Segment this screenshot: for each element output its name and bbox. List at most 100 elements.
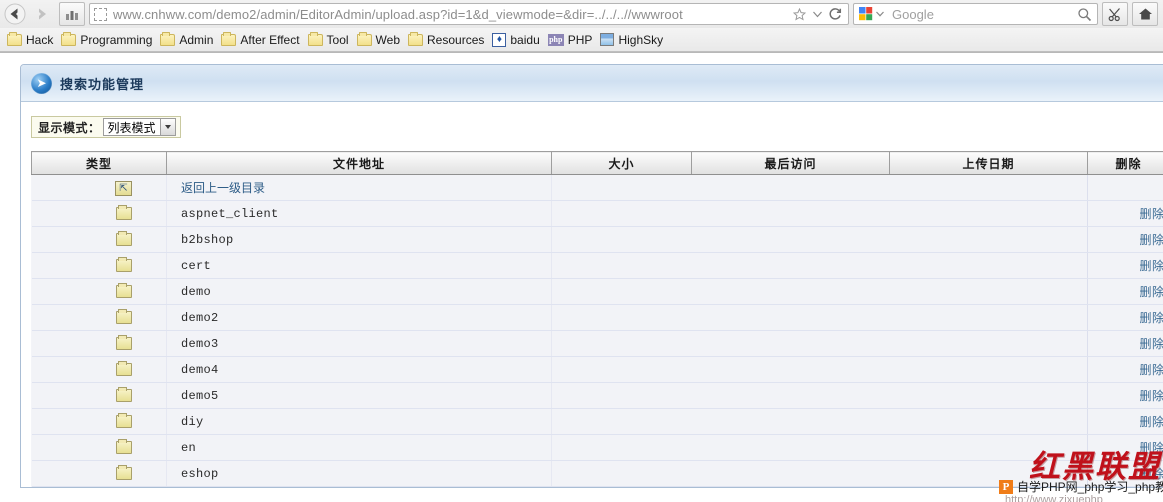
folder-icon xyxy=(356,31,372,46)
delete-link[interactable]: 删除 xyxy=(1139,415,1163,429)
row-path-cell: demo2 xyxy=(166,304,552,331)
column-header-size[interactable]: 大小 xyxy=(551,151,692,175)
row-size-cell xyxy=(551,278,692,305)
folder-link[interactable]: demo4 xyxy=(181,363,219,377)
row-last-access-cell xyxy=(691,174,890,201)
column-header-upload-date[interactable]: 上传日期 xyxy=(889,151,1088,175)
bookmark-admin[interactable]: Admin xyxy=(157,30,218,50)
table-row: b2bshop 删除 xyxy=(31,226,1163,253)
folder-icon xyxy=(116,412,132,428)
bookmark-after-effect[interactable]: After Effect xyxy=(218,30,304,50)
bookmark-baidu[interactable]: ♦ baidu xyxy=(489,30,544,50)
column-header-last-access[interactable]: 最后访问 xyxy=(691,151,890,175)
reload-icon[interactable] xyxy=(826,4,844,24)
table-row: demo3 删除 xyxy=(31,330,1163,357)
folder-icon xyxy=(116,256,132,272)
row-type-cell xyxy=(31,460,167,487)
column-header-path[interactable]: 文件地址 xyxy=(166,151,552,175)
table-row: demo4 删除 xyxy=(31,356,1163,383)
folder-link[interactable]: b2bshop xyxy=(181,233,234,247)
row-path-cell: cert xyxy=(166,252,552,279)
row-path-cell: demo3 xyxy=(166,330,552,357)
row-last-access-cell xyxy=(691,460,890,487)
row-upload-date-cell xyxy=(889,434,1088,461)
folder-link[interactable]: demo2 xyxy=(181,311,219,325)
row-type-cell xyxy=(31,278,167,305)
bookmark-label: baidu xyxy=(510,32,540,47)
delete-link[interactable]: 删除 xyxy=(1139,441,1163,455)
row-type-cell xyxy=(31,330,167,357)
row-path-cell: b2bshop xyxy=(166,226,552,253)
bookmark-resources[interactable]: Resources xyxy=(405,30,489,50)
delete-link[interactable]: 删除 xyxy=(1139,285,1163,299)
delete-link[interactable]: 删除 xyxy=(1139,233,1163,247)
column-header-delete[interactable]: 删除 xyxy=(1087,151,1163,175)
file-list-table: 类型 文件地址 大小 最后访问 上传日期 删除 ⇱ 返回上一级目录 aspnet… xyxy=(31,151,1163,487)
folder-link[interactable]: eshop xyxy=(181,467,219,481)
folder-link[interactable]: demo3 xyxy=(181,337,219,351)
column-header-type[interactable]: 类型 xyxy=(31,151,167,175)
folder-link[interactable]: diy xyxy=(181,415,204,429)
scissors-icon[interactable] xyxy=(1102,2,1128,26)
delete-link[interactable]: 删除 xyxy=(1139,311,1163,325)
delete-link[interactable]: 删除 xyxy=(1139,337,1163,351)
bookmark-tool[interactable]: Tool xyxy=(305,30,354,50)
row-upload-date-cell xyxy=(889,278,1088,305)
row-last-access-cell xyxy=(691,330,890,357)
row-type-cell: ⇱ xyxy=(31,174,167,201)
table-row: aspnet_client 删除 xyxy=(31,200,1163,227)
delete-link[interactable]: 删除 xyxy=(1139,207,1163,221)
delete-link[interactable]: 删除 xyxy=(1139,467,1163,481)
delete-link[interactable]: 删除 xyxy=(1139,363,1163,377)
row-upload-date-cell xyxy=(889,382,1088,409)
navigation-toolbar: www.cnhww.com/demo2/admin/EditorAdmin/up… xyxy=(0,0,1163,28)
folder-icon xyxy=(7,31,22,46)
row-upload-date-cell xyxy=(889,174,1088,201)
row-upload-date-cell xyxy=(889,226,1088,253)
folder-link[interactable]: demo5 xyxy=(181,389,219,403)
viewmode-select[interactable]: 列表模式 xyxy=(102,118,176,136)
star-icon[interactable] xyxy=(790,4,808,24)
table-row: en 删除 xyxy=(31,434,1163,461)
bookmark-label: After Effect xyxy=(240,32,300,47)
bookmark-label: PHP xyxy=(567,32,593,47)
up-folder-icon[interactable]: ⇱ xyxy=(115,181,132,196)
search-input[interactable]: Google xyxy=(886,7,1075,22)
bookmark-label: Programming xyxy=(80,32,153,47)
google-icon[interactable] xyxy=(858,6,874,22)
bookmark-hack[interactable]: Hack xyxy=(4,30,58,50)
viewmode-label: 显示模式： xyxy=(38,120,101,135)
blue-arrow-icon: ➤ xyxy=(31,72,52,94)
row-type-cell xyxy=(31,434,167,461)
bookmark-label: Web xyxy=(375,32,401,47)
bookmark-highsky[interactable]: HighSky xyxy=(597,30,668,50)
home-icon[interactable] xyxy=(1132,2,1158,26)
row-size-cell xyxy=(551,252,692,279)
folder-link[interactable]: cert xyxy=(181,259,211,273)
back-arrow-icon[interactable] xyxy=(2,2,28,26)
bookmark-label: HighSky xyxy=(618,32,664,47)
chevron-down-icon[interactable] xyxy=(159,119,175,135)
parent-directory-link[interactable]: 返回上一级目录 xyxy=(181,181,265,195)
row-upload-date-cell xyxy=(889,460,1088,487)
bookmark-web[interactable]: Web xyxy=(354,30,405,50)
page-viewport: ➤ 搜索功能管理 显示模式： 列表模式 类型 文件地址 大小 最后访问 上传日期… xyxy=(0,53,1163,502)
bookmark-php[interactable]: php PHP xyxy=(545,30,598,50)
folder-link[interactable]: demo xyxy=(181,285,211,299)
chevron-down-icon[interactable] xyxy=(874,4,886,24)
chevron-down-icon[interactable] xyxy=(808,4,826,24)
folder-icon xyxy=(116,438,132,454)
delete-link[interactable]: 删除 xyxy=(1139,259,1163,273)
magnifier-icon[interactable] xyxy=(1075,4,1093,24)
address-bar[interactable]: www.cnhww.com/demo2/admin/EditorAdmin/up… xyxy=(89,3,849,25)
delete-link[interactable]: 删除 xyxy=(1139,389,1163,403)
row-type-cell xyxy=(31,304,167,331)
bookmark-programming[interactable]: Programming xyxy=(58,30,157,50)
bar-chart-icon[interactable] xyxy=(59,2,85,26)
folder-link[interactable]: en xyxy=(181,441,196,455)
search-box[interactable]: Google xyxy=(853,3,1098,25)
row-delete-cell: 删除 xyxy=(1087,304,1163,331)
folder-icon xyxy=(116,308,132,324)
folder-link[interactable]: aspnet_client xyxy=(181,207,279,221)
row-delete-cell: 删除 xyxy=(1087,226,1163,253)
